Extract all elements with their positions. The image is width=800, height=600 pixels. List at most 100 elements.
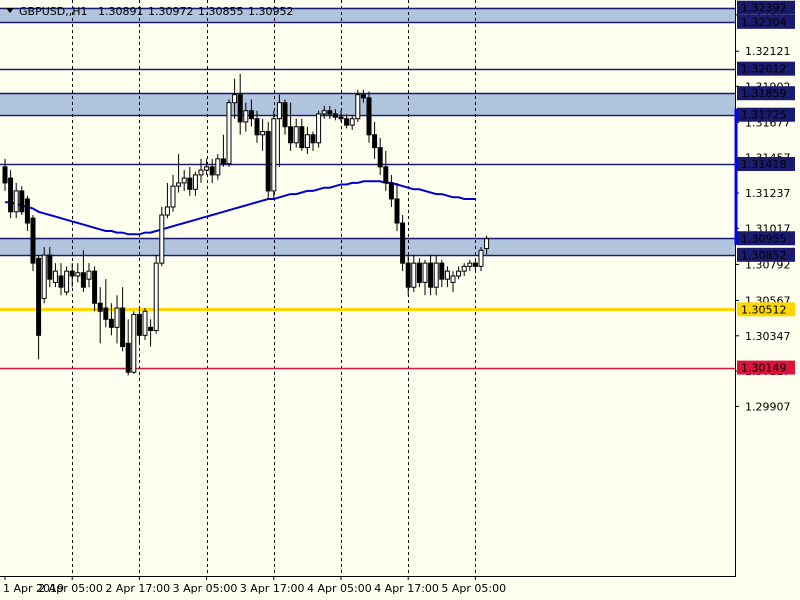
ohlc-high: 1.30972 (148, 5, 194, 18)
candle (131, 311, 137, 374)
candle-body (332, 113, 338, 118)
candle-body (164, 206, 170, 216)
candle-body (282, 102, 288, 128)
x-tick-label: 4 Apr 05:00 (307, 582, 372, 595)
candle-body (394, 198, 400, 224)
level-price-tag: 1.30955 (737, 231, 795, 246)
level-tag-label: 1.32304 (741, 16, 787, 29)
candle-body (41, 254, 47, 299)
level-price-tag: 1.30512 (737, 302, 795, 317)
level-tag-label: 1.32012 (741, 63, 787, 76)
candle-body (366, 97, 372, 136)
level-price-tag: 1.31859 (737, 86, 795, 101)
x-tick-label: 2 Apr 17:00 (105, 582, 170, 595)
y-tick-label: 1.31237 (745, 187, 791, 200)
candle-body (192, 174, 198, 190)
candle-body (377, 147, 383, 168)
candle-body (170, 185, 176, 208)
candle-body (142, 310, 148, 336)
ohlc-close: 1.30952 (248, 5, 294, 18)
candle-body (484, 238, 490, 250)
candle-body (276, 102, 282, 120)
x-tick-label: 3 Apr 05:00 (173, 582, 238, 595)
candle-body (232, 94, 238, 104)
candle (153, 255, 159, 334)
level-price-tag: 1.32304 (737, 14, 795, 29)
price-chart[interactable]: 1.323471.321211.319021.316771.314571.312… (0, 0, 800, 600)
candle (159, 206, 165, 267)
candle-body (136, 313, 142, 336)
y-tick-label: 1.29907 (745, 400, 791, 413)
level-tag-label: 1.30955 (741, 232, 787, 245)
level-price-tag: 1.30852 (737, 247, 795, 262)
candle-body (327, 110, 333, 115)
y-tick-label: 1.30347 (745, 330, 791, 343)
candle-body (478, 249, 484, 267)
candle-body (181, 177, 187, 184)
candle-body (243, 110, 249, 123)
candle-body (13, 190, 19, 213)
candle-body (226, 102, 232, 165)
candle-body (125, 342, 131, 373)
candle-body (153, 262, 159, 332)
candle-body (450, 275, 456, 283)
candle (400, 214, 406, 272)
candle-body (176, 182, 182, 187)
x-tick-label: 3 Apr 17:00 (240, 582, 305, 595)
candle (271, 110, 277, 199)
level-price-tag: 1.30149 (737, 360, 795, 375)
candle (41, 247, 47, 304)
candle-body (349, 118, 355, 126)
candle-body (198, 169, 204, 176)
candle-body (355, 94, 361, 120)
level-tag-label: 1.31859 (741, 87, 787, 100)
candle-body (461, 265, 467, 272)
candle-body (47, 254, 53, 280)
candle-body (97, 302, 103, 312)
candle-body (416, 262, 422, 283)
candle-body (299, 126, 305, 149)
candle-body (254, 118, 260, 136)
level-tag-label: 1.32392 (741, 2, 787, 15)
candle-body (271, 118, 277, 192)
candle-body (215, 158, 221, 176)
level-price-tag: 1.31418 (737, 156, 795, 171)
candle-body (80, 272, 86, 288)
candle-body (209, 166, 215, 176)
candle-body (338, 116, 344, 120)
candle-body (58, 275, 64, 288)
candle-body (316, 113, 322, 144)
candle-body (24, 198, 30, 224)
candle-body (388, 182, 394, 200)
x-tick-label: 4 Apr 17:00 (374, 582, 439, 595)
candle-body (422, 262, 428, 283)
candle-body (405, 262, 411, 288)
candle (142, 308, 148, 341)
candle-body (237, 94, 243, 123)
candle (265, 121, 271, 199)
candle-body (52, 270, 58, 283)
candle-body (159, 214, 165, 264)
level-price-tag: 1.32012 (737, 61, 795, 76)
candle-body (2, 166, 8, 184)
level-tag-label: 1.30149 (741, 362, 787, 375)
candle-body (360, 94, 366, 99)
candle-body (433, 262, 439, 288)
candle-body (8, 177, 14, 213)
candle (316, 110, 322, 148)
candle (226, 99, 232, 167)
ohlc-low: 1.30855 (198, 5, 244, 18)
candle-body (472, 262, 478, 267)
candle-body (456, 270, 462, 277)
candle-body (19, 190, 25, 213)
ohlc-open: 1.30891 (98, 5, 144, 18)
candle (30, 214, 36, 272)
candle (366, 91, 372, 143)
candle-body (293, 126, 299, 144)
symbol-header: GBPUSD,,H1 1.30891 1.30972 1.30855 1.309… (6, 5, 294, 18)
candle-body (69, 270, 75, 277)
level-tag-label: 1.31418 (741, 158, 787, 171)
candle-body (344, 118, 350, 126)
plot-background (0, 0, 800, 600)
candle (416, 258, 422, 288)
